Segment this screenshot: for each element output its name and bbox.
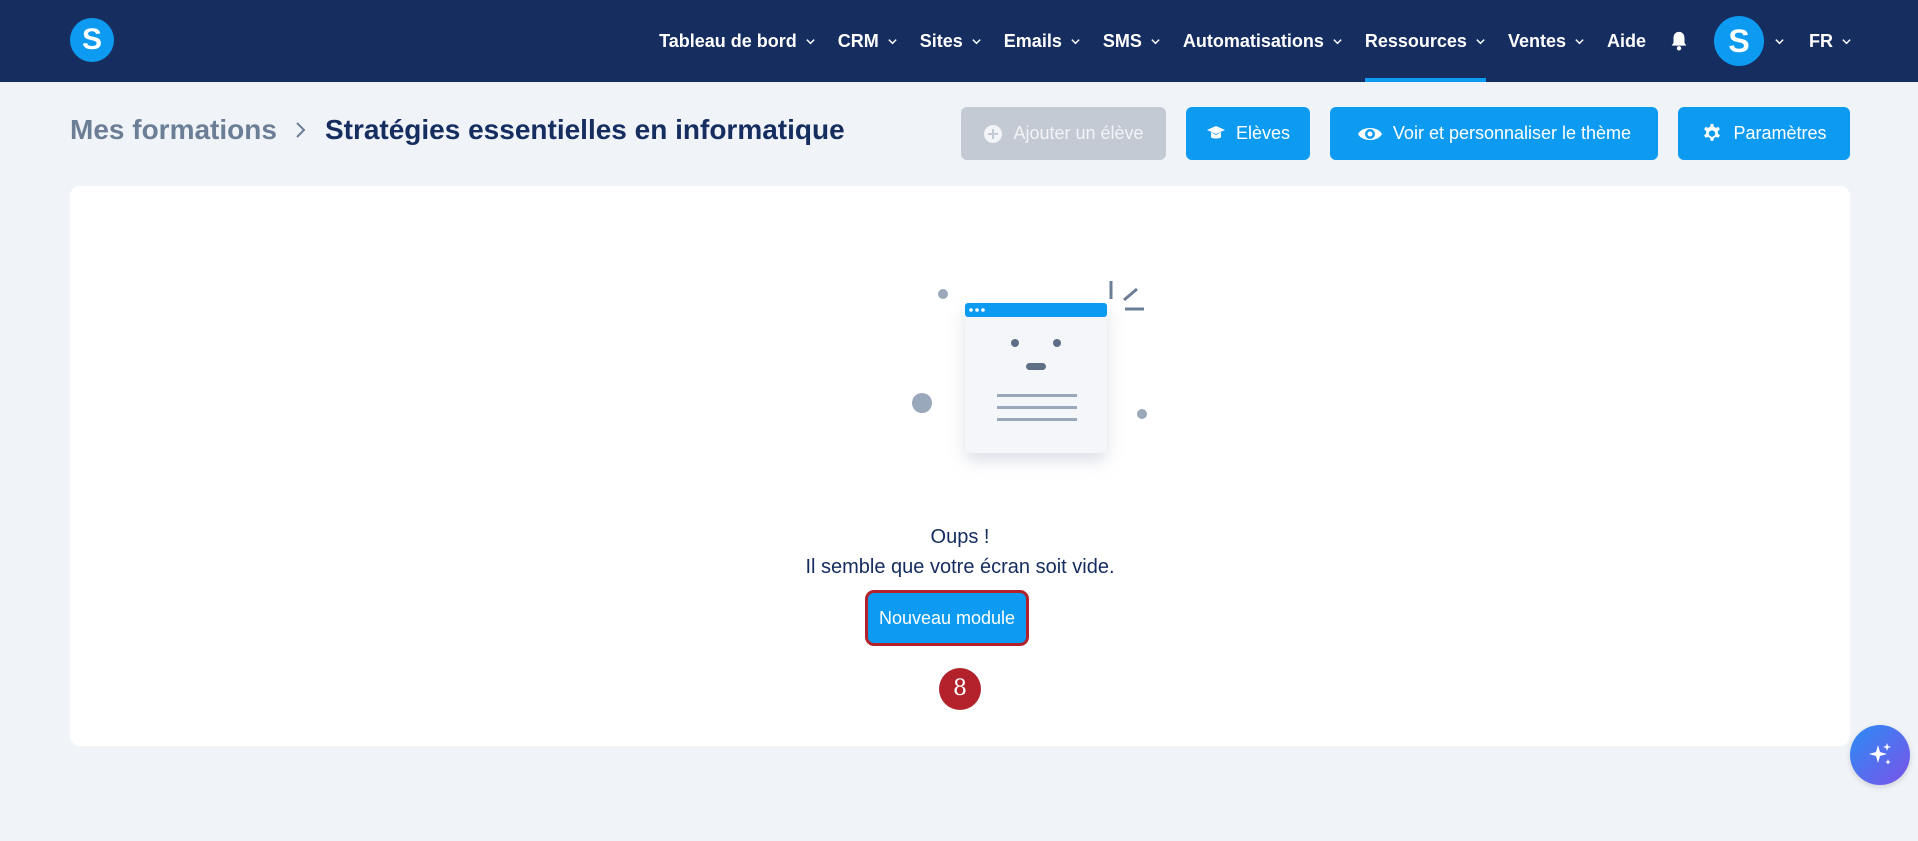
ai-assistant-button[interactable]	[1850, 725, 1910, 785]
nav-item-crm[interactable]: CRM	[838, 0, 898, 82]
modules-card: Oups ! Il semble que votre écran soit vi…	[70, 186, 1850, 746]
nav-item-label: Aide	[1606, 30, 1646, 51]
empty-state-illustration	[912, 281, 1147, 453]
chevron-down-icon	[1333, 38, 1342, 44]
chevron-down-icon	[1071, 38, 1080, 44]
nav-item-label: SMS	[1102, 30, 1142, 51]
students-label: Elèves	[1235, 123, 1291, 143]
chevron-down-icon	[1151, 38, 1160, 44]
avatar: S	[1714, 16, 1764, 66]
eye-icon	[1357, 127, 1382, 140]
view-customize-theme-button[interactable]: Voir et personnaliser le thème	[1330, 107, 1658, 160]
nav-item-aide[interactable]: Aide	[1607, 0, 1646, 82]
breadcrumb-parent-link[interactable]: Mes formations	[70, 114, 277, 146]
chevron-down-icon	[1575, 38, 1584, 44]
nav-item-ventes[interactable]: Ventes	[1508, 0, 1585, 82]
add-student-label: Ajouter un élève	[1013, 123, 1144, 143]
nav-item-label: Sites	[919, 30, 963, 51]
user-menu[interactable]: S	[1714, 16, 1785, 66]
nav-item-sms[interactable]: SMS	[1103, 0, 1161, 82]
settings-button[interactable]: Paramètres	[1678, 107, 1850, 160]
nav-item-label: Tableau de bord	[659, 30, 797, 51]
nav-item-label: Automatisations	[1182, 30, 1324, 51]
language-selector[interactable]: FR	[1809, 0, 1852, 82]
nav-item-label: Emails	[1003, 30, 1062, 51]
chevron-down-icon	[972, 38, 981, 44]
nav-item-label: CRM	[837, 30, 879, 51]
add-student-button[interactable]: Ajouter un élève	[961, 107, 1166, 160]
students-button[interactable]: Elèves	[1186, 107, 1310, 160]
gear-icon	[1704, 123, 1721, 141]
page-title: Stratégies essentielles en informatique	[324, 114, 845, 145]
plus-circle-icon	[984, 124, 1003, 143]
nav-item-sites[interactable]: Sites	[920, 0, 982, 82]
empty-state-subtitle: Il semble que votre écran soit vide.	[805, 556, 1115, 578]
nav-item-label: Ventes	[1507, 30, 1566, 51]
chevron-down-icon	[1775, 38, 1784, 44]
nav-item-tableau-de-bord[interactable]: Tableau de bord	[659, 0, 816, 82]
nav-item-automatisations[interactable]: Automatisations	[1183, 0, 1343, 82]
chevron-down-icon	[888, 38, 897, 44]
chevron-down-icon	[806, 38, 815, 44]
chevron-down-icon	[1476, 38, 1485, 44]
bell-icon[interactable]	[1668, 30, 1690, 52]
nav-item-label: Ressources	[1364, 30, 1467, 51]
empty-state-title: Oups !	[930, 526, 990, 548]
sparkles-icon	[1869, 743, 1891, 765]
new-module-button[interactable]: Nouveau module	[868, 593, 1026, 643]
app-logo[interactable]: S	[70, 18, 114, 62]
breadcrumb: Mes formations Stratégies essentielles e…	[70, 114, 845, 146]
language-label: FR	[1809, 30, 1833, 51]
theme-label: Voir et personnaliser le thème	[1392, 123, 1632, 143]
step-number-badge: 8	[939, 668, 981, 710]
graduation-cap-icon	[1206, 125, 1225, 138]
nav-item-ressources[interactable]: Ressources	[1364, 0, 1486, 82]
top-navbar: S Tableau de bord CRM Sites Emails SMS A…	[0, 0, 1918, 82]
chevron-right-icon	[296, 122, 306, 138]
chevron-down-icon	[1842, 38, 1851, 44]
nav-menu: Tableau de bord CRM Sites Emails SMS Aut…	[637, 0, 1852, 82]
settings-label: Paramètres	[1733, 123, 1827, 143]
nav-item-emails[interactable]: Emails	[1004, 0, 1081, 82]
